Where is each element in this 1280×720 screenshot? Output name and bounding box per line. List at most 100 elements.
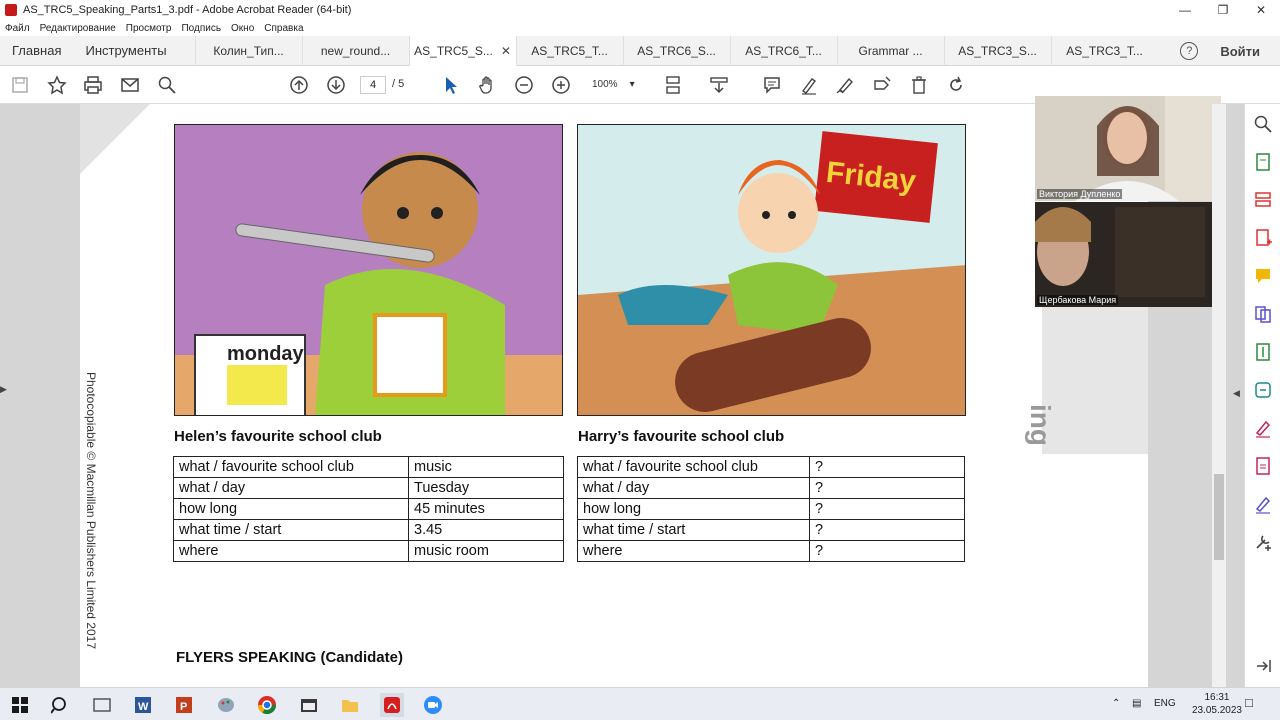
right-panel-toggle-icon[interactable]: ◀ <box>1233 388 1240 399</box>
table-cell: music <box>408 456 564 478</box>
nav-home[interactable]: Главная <box>0 36 73 66</box>
hand-tool-icon[interactable] <box>476 74 498 96</box>
menu-view[interactable]: Просмотр <box>126 23 172 34</box>
word-icon[interactable]: W <box>131 693 155 717</box>
table-cell: how long <box>577 498 810 520</box>
helen-caption: Helen’s favourite school club <box>174 428 382 445</box>
comment-icon[interactable] <box>761 74 783 96</box>
menu-sign[interactable]: Подпись <box>181 23 221 34</box>
task-view-icon[interactable] <box>90 693 114 717</box>
bookmark-star-icon[interactable] <box>46 74 68 96</box>
minimize-button[interactable]: — <box>1166 0 1204 20</box>
next-page-icon[interactable] <box>325 74 347 96</box>
search-icon[interactable] <box>48 693 72 717</box>
table-cell: ? <box>809 456 965 478</box>
paint-icon[interactable] <box>214 693 238 717</box>
menu-window[interactable]: Окно <box>231 23 254 34</box>
page-number-input[interactable]: 4 <box>360 76 386 94</box>
convert-pdf-icon[interactable] <box>1253 380 1273 400</box>
comment-tool-icon[interactable] <box>1253 266 1273 286</box>
maximize-button[interactable]: ❐ <box>1204 0 1242 20</box>
video-participant-2[interactable]: Щербакова Мария <box>1035 202 1221 307</box>
windows-start-icon[interactable] <box>8 693 32 717</box>
edit-pdf-icon[interactable] <box>1253 456 1273 476</box>
svg-text:P: P <box>180 701 187 713</box>
organize-pages-icon[interactable] <box>1253 190 1273 210</box>
menu-help[interactable]: Справка <box>264 23 303 34</box>
chrome-icon[interactable] <box>255 693 279 717</box>
table-row: what / day? <box>577 477 965 499</box>
file-explorer-icon[interactable] <box>338 693 362 717</box>
login-button[interactable]: Войти <box>1220 44 1260 59</box>
delete-icon[interactable] <box>908 74 930 96</box>
zoom-in-icon[interactable] <box>550 74 572 96</box>
video-participant-1[interactable]: Виктория Дупленко <box>1035 96 1221 201</box>
zoom-level-select[interactable]: 100% ▾ <box>592 76 642 94</box>
help-icon[interactable]: ? <box>1180 42 1199 60</box>
tab-document-8[interactable]: AS_TRC3_S... <box>943 35 1051 66</box>
tab-document-2[interactable]: new_round... <box>301 35 409 66</box>
table-cell: what / day <box>173 477 409 499</box>
left-panel-toggle-icon[interactable]: ▶ <box>0 384 14 395</box>
helen-info-table: what / favourite school club music what /… <box>173 456 564 562</box>
tab-document-5[interactable]: AS_TRC6_S... <box>622 35 730 66</box>
acrobat-taskbar-icon[interactable] <box>380 693 404 717</box>
collapse-panel-icon[interactable] <box>1253 656 1273 676</box>
fill-sign-tool-icon[interactable] <box>1253 418 1273 438</box>
tab-document-1[interactable]: Колин_Тип... <box>194 35 302 66</box>
powerpoint-icon[interactable]: P <box>172 693 196 717</box>
side-tab-text: ing <box>1025 404 1056 446</box>
table-cell: Tuesday <box>408 477 564 499</box>
previous-page-icon[interactable] <box>288 74 310 96</box>
table-cell: ? <box>809 519 965 541</box>
scrollbar-thumb[interactable] <box>1214 474 1224 560</box>
table-row: what / favourite school club? <box>577 456 965 478</box>
tab-bar: Главная Инструменты Колин_Тип... new_rou… <box>0 35 1280 66</box>
tab-document-6[interactable]: AS_TRC6_T... <box>729 35 837 66</box>
notifications-icon[interactable]: □ <box>1245 695 1253 710</box>
tab-close-icon[interactable]: ✕ <box>501 44 511 58</box>
more-tools-icon[interactable] <box>1253 532 1273 552</box>
request-signature-icon[interactable] <box>1253 494 1273 514</box>
fill-sign-icon[interactable] <box>871 74 893 96</box>
scroll-mode-icon[interactable] <box>708 74 730 96</box>
page-total: / 5 <box>392 78 405 90</box>
harry-illustration: Friday <box>577 124 966 416</box>
table-cell: how long <box>173 498 409 520</box>
network-icon[interactable]: ▤ <box>1132 698 1141 709</box>
input-language[interactable]: ENG <box>1154 698 1176 709</box>
rotate-icon[interactable] <box>945 74 967 96</box>
tab-document-3[interactable]: AS_TRC5_S... ✕ <box>408 35 516 66</box>
export-pdf-icon[interactable] <box>1253 152 1273 172</box>
combine-files-icon[interactable] <box>1253 304 1273 324</box>
table-cell: what / favourite school club <box>173 456 409 478</box>
nav-tools[interactable]: Инструменты <box>73 36 178 66</box>
print-icon[interactable] <box>82 74 104 96</box>
select-cursor-icon[interactable] <box>440 74 462 96</box>
media-app-icon[interactable] <box>297 693 321 717</box>
chevron-down-icon: ▾ <box>629 79 635 90</box>
tab-document-7[interactable]: Grammar ... <box>836 35 944 66</box>
close-window-button[interactable]: ✕ <box>1242 0 1280 20</box>
page-corner-decoration <box>80 104 150 174</box>
email-icon[interactable] <box>119 74 141 96</box>
highlight-pen-icon[interactable] <box>798 74 820 96</box>
search-icon[interactable] <box>156 74 178 96</box>
vertical-scrollbar[interactable] <box>1212 104 1226 687</box>
tray-overflow-icon[interactable]: ⌃ <box>1112 698 1120 709</box>
tab-document-9[interactable]: AS_TRC3_T... <box>1050 35 1158 66</box>
create-pdf-icon[interactable] <box>1253 228 1273 248</box>
menu-file[interactable]: Файл <box>5 23 30 34</box>
menu-edit[interactable]: Редактирование <box>40 23 116 34</box>
save-icon[interactable] <box>9 74 31 96</box>
zoom-out-icon[interactable] <box>513 74 535 96</box>
tab-document-4[interactable]: AS_TRC5_T... <box>515 35 623 66</box>
zoom-search-icon[interactable] <box>1253 114 1273 134</box>
system-clock[interactable]: 16:31 23.05.2023 <box>1192 691 1242 717</box>
window-title: AS_TRC5_Speaking_Parts1_3.pdf - Adobe Ac… <box>23 4 352 16</box>
sign-icon[interactable] <box>834 74 856 96</box>
page-layout-icon[interactable] <box>662 74 684 96</box>
zoom-app-icon[interactable] <box>421 693 445 717</box>
compress-pdf-icon[interactable] <box>1253 342 1273 362</box>
helen-illustration: monday <box>174 124 563 416</box>
